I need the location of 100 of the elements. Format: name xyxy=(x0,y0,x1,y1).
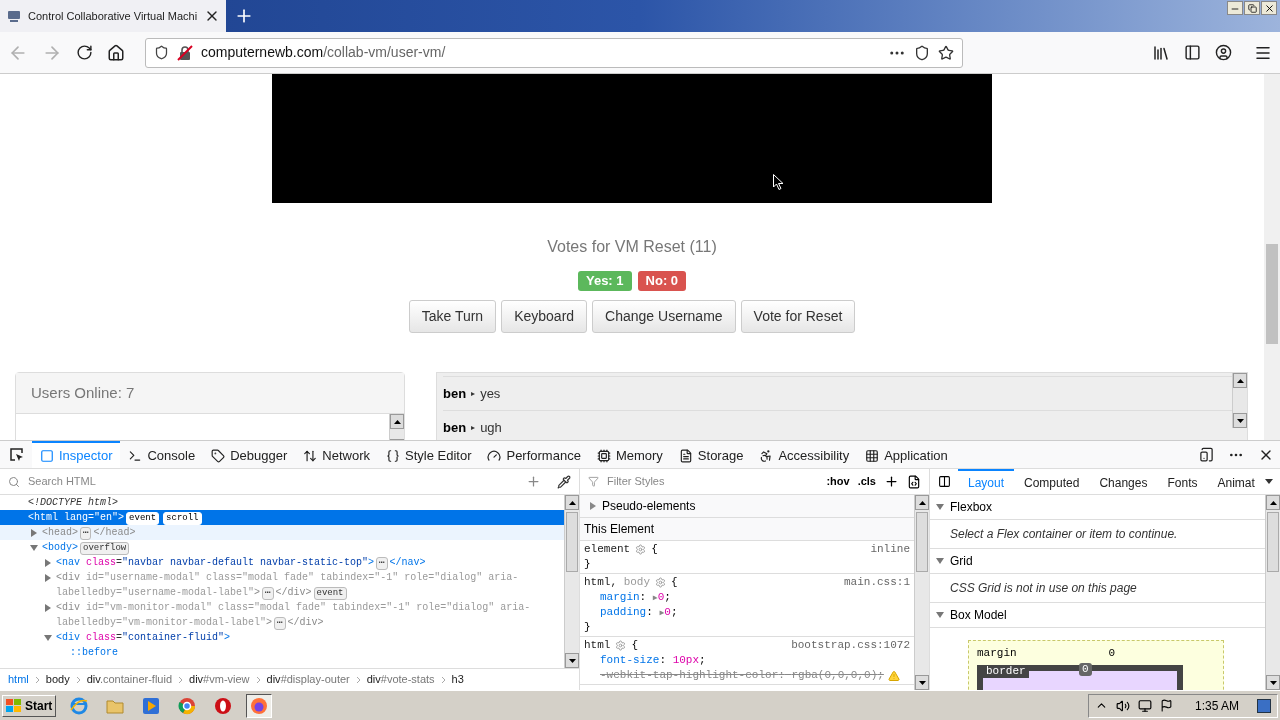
scrollbar[interactable] xyxy=(914,495,929,690)
search-field[interactable]: Search HTML xyxy=(28,473,518,490)
minimize-button[interactable] xyxy=(1227,1,1243,15)
volume-icon[interactable] xyxy=(1115,698,1130,713)
rule-source-link[interactable]: inline xyxy=(870,542,910,557)
close-window-button[interactable] xyxy=(1261,1,1277,15)
sidebar-tab[interactable]: Computed xyxy=(1014,469,1090,494)
print-media-icon[interactable] xyxy=(907,474,921,489)
expanded-arrow-icon[interactable] xyxy=(30,543,38,552)
sidebar-tab[interactable]: Animat xyxy=(1207,469,1265,494)
clock[interactable]: 1:35 AM xyxy=(1194,696,1239,715)
collapsed-arrow-icon[interactable] xyxy=(30,528,38,537)
library-icon[interactable] xyxy=(1152,43,1170,62)
browser-tab[interactable]: Control Collaborative Virtual Machi xyxy=(0,0,226,32)
hover-states-toggle[interactable]: :hov xyxy=(826,473,850,490)
markup-line[interactable]: <div id="vm-monitor-modal" class="modal fade" tabindex="-1" role="dialog" aria-labelledby="vm-monitor-modal-label"> ⋯ </div> xyxy=(56,600,556,630)
page-scrollbar[interactable] xyxy=(1264,74,1280,440)
margin-value[interactable]: 0 xyxy=(1108,645,1116,662)
sidebar-tab[interactable]: Layout xyxy=(958,469,1015,494)
breadcrumb[interactable]: body xyxy=(45,671,70,688)
breadcrumb[interactable]: div#vote-stats xyxy=(366,671,435,688)
devtools-tab[interactable]: Performance xyxy=(479,441,589,468)
scrollbar[interactable] xyxy=(564,495,579,668)
layout-section-header[interactable]: Grid xyxy=(930,549,1265,574)
devtools-tab[interactable]: Console xyxy=(120,441,204,468)
css-declaration[interactable]: margin: ▶0; xyxy=(600,590,671,605)
scrollbar[interactable] xyxy=(1232,373,1247,428)
devtools-tab[interactable]: Application xyxy=(857,441,956,468)
scroll-up-icon[interactable] xyxy=(568,500,576,505)
scroll-down-icon[interactable] xyxy=(1269,680,1277,685)
scroll-down-icon[interactable] xyxy=(1236,418,1244,423)
breadcrumb[interactable]: html xyxy=(8,671,29,688)
shield-icon[interactable] xyxy=(154,45,169,60)
reload-icon[interactable] xyxy=(76,44,93,61)
devtools-tab[interactable]: Memory xyxy=(588,441,671,468)
breadcrumb[interactable]: div#vm-view xyxy=(189,671,250,688)
devtools-tab[interactable]: Storage xyxy=(670,441,752,468)
scroll-up-icon[interactable] xyxy=(918,500,926,505)
collapsed-arrow-icon[interactable] xyxy=(44,558,52,567)
scrollbar[interactable] xyxy=(1265,495,1280,690)
rule-selector[interactable]: html, body xyxy=(584,575,651,590)
breadcrumb[interactable]: h3 xyxy=(451,671,464,688)
devtools-tab[interactable]: Accessibility xyxy=(751,441,858,468)
scroll-up-icon[interactable] xyxy=(393,419,401,424)
show-desktop-button[interactable] xyxy=(1257,698,1271,713)
layout-section-header[interactable]: Flexbox xyxy=(930,495,1265,520)
css-declaration[interactable]: padding: ▶0; xyxy=(600,605,678,620)
start-button[interactable]: Start xyxy=(2,694,57,717)
address-field[interactable]: computernewb.com/collab-vm/user-vm/ xyxy=(145,37,963,68)
breadcrumb[interactable]: div#display-outer xyxy=(266,671,350,688)
sidebar-tab[interactable]: Fonts xyxy=(1157,469,1208,494)
scroll-up-icon[interactable] xyxy=(1269,500,1277,505)
markup-line[interactable]: ::before xyxy=(70,645,556,660)
layout-section-header[interactable]: Box Model xyxy=(930,603,1265,628)
dropdown-caret-icon[interactable] xyxy=(1264,479,1273,484)
scrollbar-thumb[interactable] xyxy=(566,512,578,572)
scroll-down-icon[interactable] xyxy=(918,680,926,685)
css-declaration[interactable]: font-size: 10px; xyxy=(600,653,706,668)
toggle-pane-icon[interactable] xyxy=(937,475,951,488)
scroll-down-icon[interactable] xyxy=(568,658,576,663)
vm-action-button[interactable]: Vote for Reset xyxy=(740,300,856,333)
markup-line[interactable]: <div id="username-modal" class="modal fade" tabindex="-1" role="dialog" aria-labelledby="username-modal-label"> ⋯ </div> event xyxy=(56,570,556,600)
add-rule-icon[interactable] xyxy=(884,474,899,489)
devtools-tab[interactable]: Inspector xyxy=(32,441,121,468)
css-declaration[interactable]: -webkit-tap-highlight-color: rgba(0,0,0,0); xyxy=(600,668,884,683)
rule-selector[interactable]: element xyxy=(584,542,631,557)
pseudo-elements-header[interactable]: Pseudo-elements xyxy=(580,495,914,518)
markup-line[interactable]: <!DOCTYPE html> xyxy=(28,495,556,510)
devtools-tab[interactable]: Network xyxy=(295,441,378,468)
url-text[interactable]: computernewb.com/collab-vm/user-vm/ xyxy=(201,42,880,63)
devtools-tab[interactable]: Style Editor xyxy=(378,441,480,468)
scrollbar-thumb[interactable] xyxy=(916,512,928,572)
eyedropper-icon[interactable] xyxy=(557,474,571,489)
vm-action-button[interactable]: Keyboard xyxy=(501,300,588,333)
rule-selector[interactable]: html xyxy=(584,638,611,653)
vm-action-button[interactable]: Take Turn xyxy=(408,300,497,333)
markup-line[interactable]: <body> overflow xyxy=(42,540,556,555)
flag-icon[interactable] xyxy=(1159,699,1173,712)
restore-button[interactable] xyxy=(1244,1,1260,15)
add-node-icon[interactable] xyxy=(526,474,541,489)
collapsed-arrow-icon[interactable] xyxy=(44,573,52,582)
sidebar-tab[interactable]: Changes xyxy=(1089,469,1158,494)
bookmark-star-icon[interactable] xyxy=(938,44,954,61)
home-icon[interactable] xyxy=(107,43,125,62)
insecure-lock-icon[interactable] xyxy=(177,44,193,61)
collapsed-arrow-icon[interactable] xyxy=(44,603,52,612)
sidebar-icon[interactable] xyxy=(1184,44,1201,61)
classes-toggle[interactable]: .cls xyxy=(857,473,876,490)
markup-line[interactable]: <div class="container-fluid"> xyxy=(56,630,556,645)
breadcrumb[interactable]: div.container-fluid xyxy=(86,671,173,688)
responsive-design-icon[interactable] xyxy=(1199,447,1214,462)
devtools-tab[interactable]: Debugger xyxy=(203,441,296,468)
expanded-arrow-icon[interactable] xyxy=(44,633,52,642)
account-icon[interactable] xyxy=(1215,44,1232,61)
rule-source-link[interactable]: main.css:1 xyxy=(844,575,910,590)
border-value[interactable]: 0 xyxy=(1079,662,1092,676)
scrollbar-thumb[interactable] xyxy=(1267,512,1279,572)
vm-action-button[interactable]: Change Username xyxy=(592,300,736,333)
filter-styles-field[interactable]: Filter Styles xyxy=(607,473,819,490)
markup-line[interactable]: <nav class="navbar navbar-default navbar-static-top"> ⋯ </nav> xyxy=(56,555,556,570)
